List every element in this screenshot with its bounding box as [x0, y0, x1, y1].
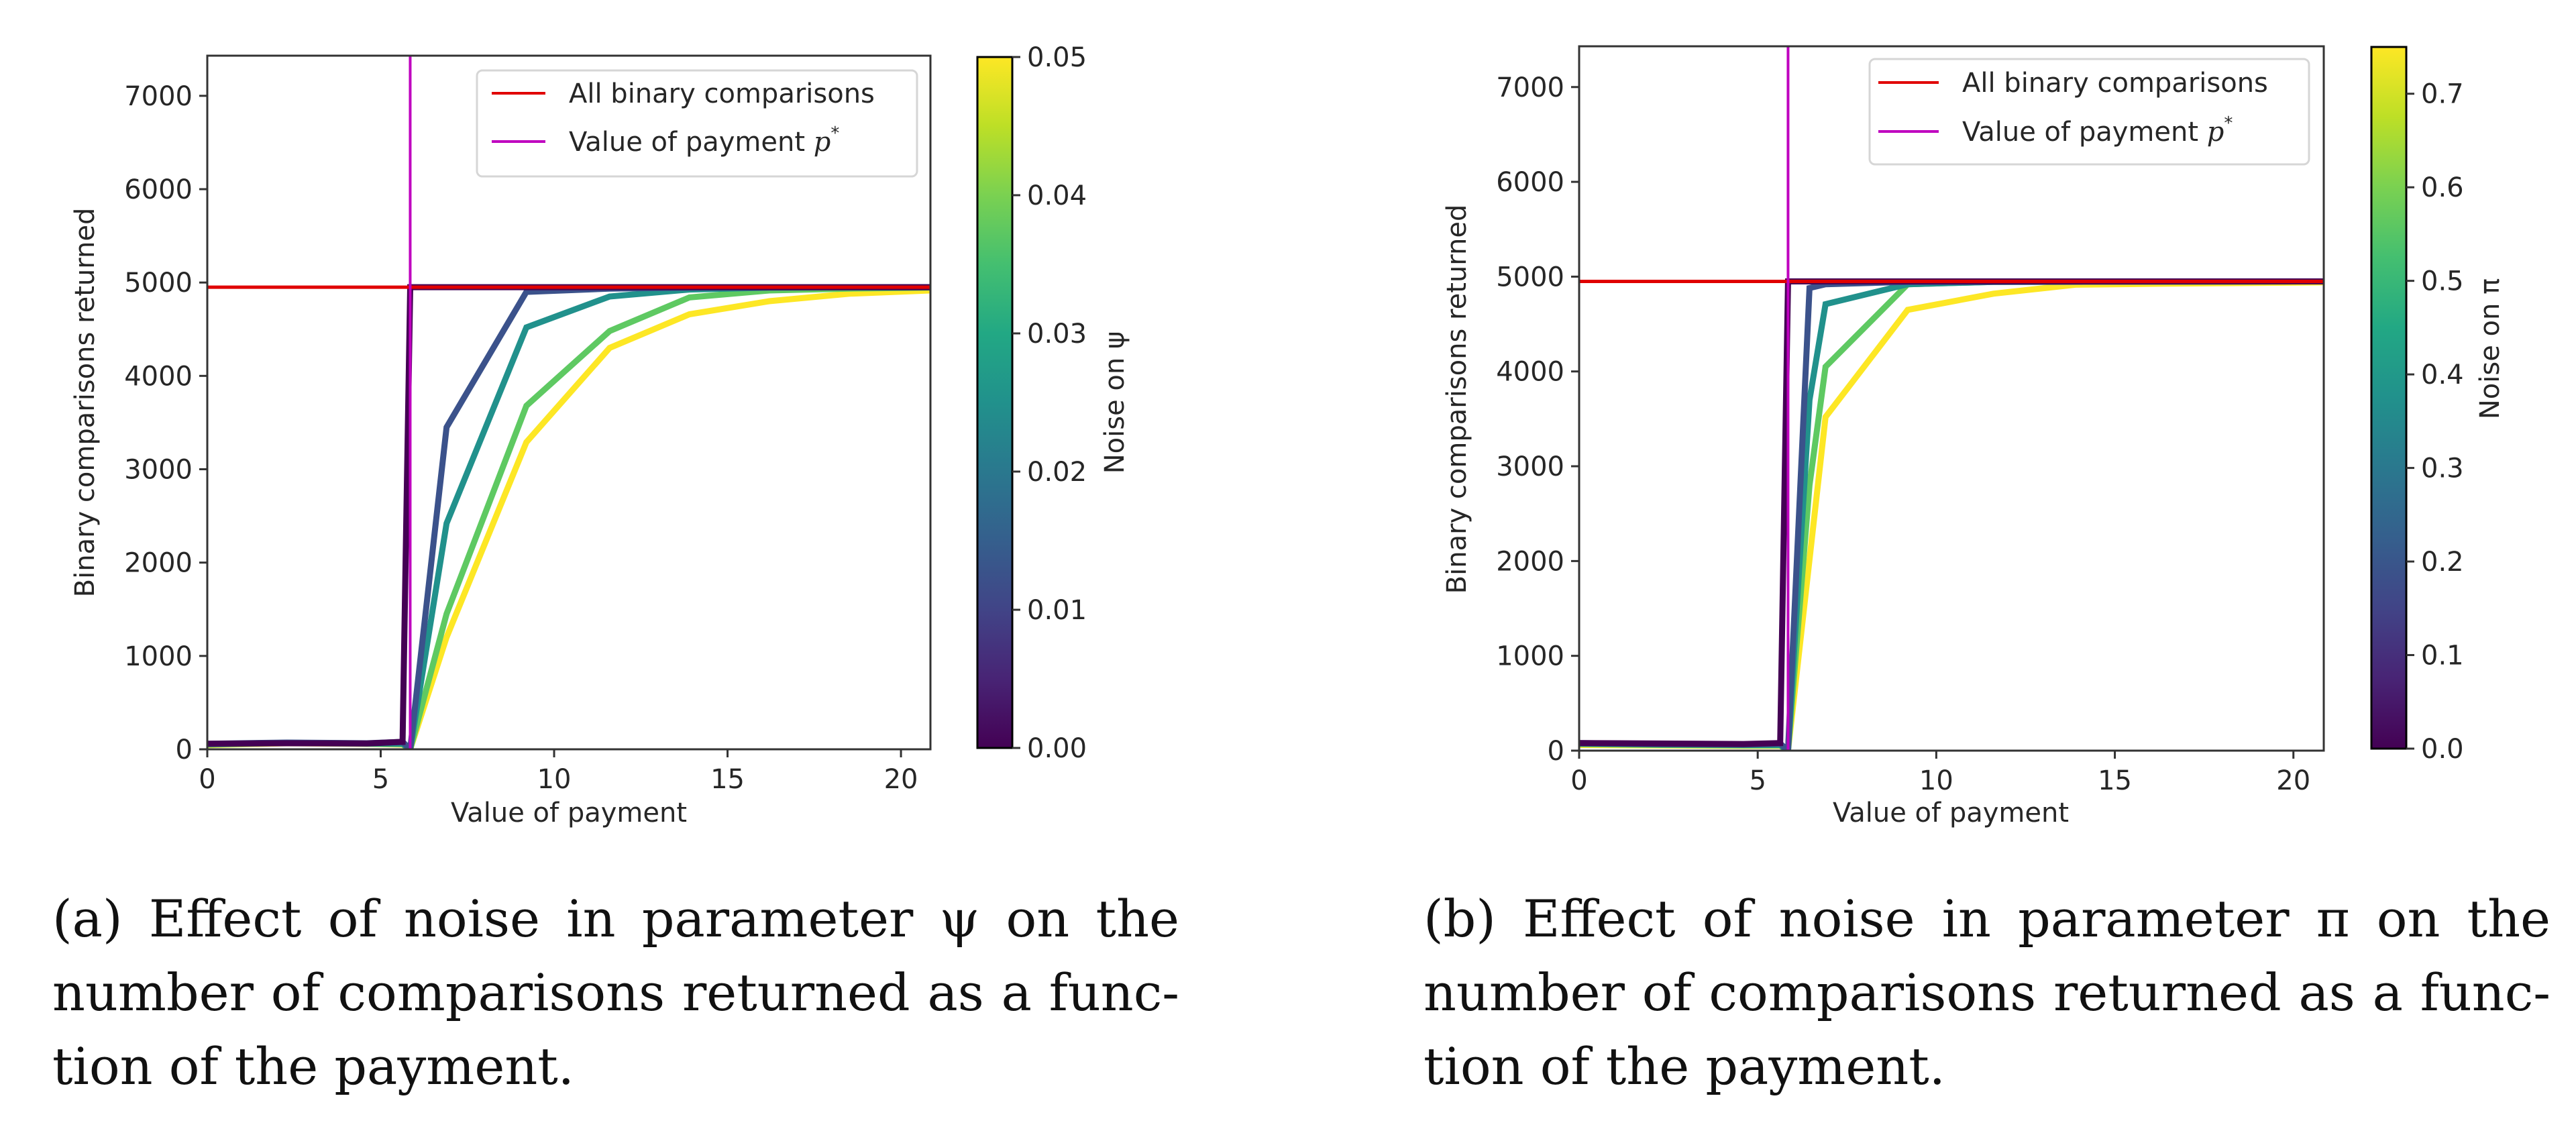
colorbar-ticks-a: 0.00 0.01 0.02 0.03 0.04 0.05: [1012, 42, 1087, 764]
colorbar-tick-label: 0.6: [2421, 172, 2464, 203]
y-tick-label: 5000: [1496, 262, 1564, 292]
legend-label-payment-var: p: [814, 127, 831, 158]
x-tick-label: 20: [884, 764, 918, 795]
legend-label-payment-main: Value of payment: [1962, 117, 2207, 148]
caption-b-line-2: number of comparisons returned as a func…: [1424, 963, 2551, 1022]
panel-b: 0 5 10 15 20 0 1000 2000 3000 4000 5000 6000 7000 Va…: [1442, 45, 2506, 828]
caption-b-line-1: (b) Effect of noise in parameter π on th…: [1424, 889, 2551, 949]
legend-label-payment: Value of payment p*: [569, 123, 839, 158]
colorbar-label-b: Noise on π: [2475, 278, 2506, 419]
colorbar-tick-label: 0.04: [1027, 180, 1087, 211]
legend-label-payment-sup: *: [2224, 113, 2233, 133]
caption-a-line-1: (a) Effect of noise in parameter ψ on th…: [52, 889, 1179, 949]
x-tick-label: 0: [1570, 765, 1587, 796]
legend-label-payment: Value of payment p*: [1962, 113, 2233, 148]
caption-a-line-3: tion of the payment.: [52, 1036, 574, 1096]
y-tick-label: 4000: [1496, 357, 1564, 388]
legend-b: All binary comparisons Value of payment …: [1868, 58, 2310, 166]
colorbar-tick-label: 0.7: [2421, 79, 2464, 110]
y-tick-label: 6000: [1496, 167, 1564, 198]
y-tick-label: 6000: [124, 174, 193, 205]
y-tick-label: 3000: [124, 455, 193, 486]
legend-label-payment-var: p: [2207, 117, 2224, 148]
panel-a: 0 5 10 15 20 0 1000 2000 3000 4000 5000 6000 7000 Va…: [70, 42, 1130, 828]
colorbar-tick-label: 0.03: [1027, 319, 1087, 349]
x-axis-label-b: Value of payment: [1833, 798, 2069, 828]
colorbar-gradient: [976, 56, 1014, 749]
colorbar-tick-label: 0.5: [2421, 266, 2464, 297]
y-tick-label: 2000: [1496, 546, 1564, 577]
legend-label-payment-main: Value of payment: [569, 127, 814, 158]
y-tick-label: 3000: [1496, 451, 1564, 482]
colorbar-b: 0.0 0.1 0.2 0.3 0.4 0.5 0.6 0.7 Noise on π: [2370, 46, 2506, 765]
x-tick-label: 15: [2098, 765, 2132, 796]
colorbar-tick-label: 0.05: [1027, 42, 1087, 73]
x-tick-label: 10: [537, 764, 572, 795]
legend-label-payment-sup: *: [830, 123, 839, 144]
caption-a-line-2: number of comparisons returned as a func…: [52, 963, 1179, 1022]
x-tick-label: 5: [1749, 765, 1766, 796]
colorbar-tick-label: 0.1: [2421, 641, 2464, 671]
y-tick-label: 4000: [124, 361, 193, 392]
x-tick-label: 15: [710, 764, 745, 795]
colorbar-tick-label: 0.0: [2421, 734, 2464, 765]
y-tick-label: 1000: [124, 641, 193, 672]
colorbar-label-a: Noise on ψ: [1099, 331, 1130, 474]
colorbar-tick-label: 0.3: [2421, 453, 2464, 484]
colorbar-tick-label: 0.01: [1027, 595, 1087, 626]
y-tick-label: 1000: [1496, 641, 1564, 672]
legend-a: All binary comparisons Value of payment …: [476, 69, 918, 178]
caption-b: (b) Effect of noise in parameter π on th…: [1424, 882, 2551, 1103]
colorbar-a: 0.00 0.01 0.02 0.03 0.04 0.05 Noise on ψ: [976, 42, 1130, 764]
y-tick-label: 5000: [124, 268, 193, 299]
colorbar-tick-label: 0.4: [2421, 360, 2464, 390]
y-tick-label: 0: [1548, 736, 1564, 767]
y-axis-label-a: Binary comparisons returned: [70, 208, 101, 598]
colorbar-tick-label: 0.2: [2421, 547, 2464, 578]
colorbar-tick-label: 0.02: [1027, 457, 1087, 488]
x-axis-label-a: Value of payment: [451, 798, 687, 828]
colorbar-tick-label: 0.00: [1027, 733, 1087, 764]
x-tick-label: 20: [2276, 765, 2310, 796]
y-axis-label-b: Binary comparisons returned: [1442, 205, 1472, 594]
caption-a: (a) Effect of noise in parameter ψ on th…: [52, 882, 1179, 1103]
y-tick-label: 0: [176, 735, 193, 765]
y-tick-label: 7000: [124, 81, 193, 112]
y-tick-label: 2000: [124, 548, 193, 579]
colorbar-gradient: [2370, 46, 2408, 750]
x-tick-label: 0: [199, 764, 215, 795]
x-tick-label: 10: [1919, 765, 1953, 796]
colorbar-ticks-b: 0.0 0.1 0.2 0.3 0.4 0.5 0.6 0.7: [2406, 79, 2464, 765]
legend-label-all-comparisons: All binary comparisons: [1962, 68, 2268, 99]
y-tick-label: 7000: [1496, 72, 1564, 103]
legend-label-all-comparisons: All binary comparisons: [569, 78, 875, 109]
caption-b-line-3: tion of the payment.: [1424, 1036, 1945, 1096]
x-tick-label: 5: [372, 764, 389, 795]
